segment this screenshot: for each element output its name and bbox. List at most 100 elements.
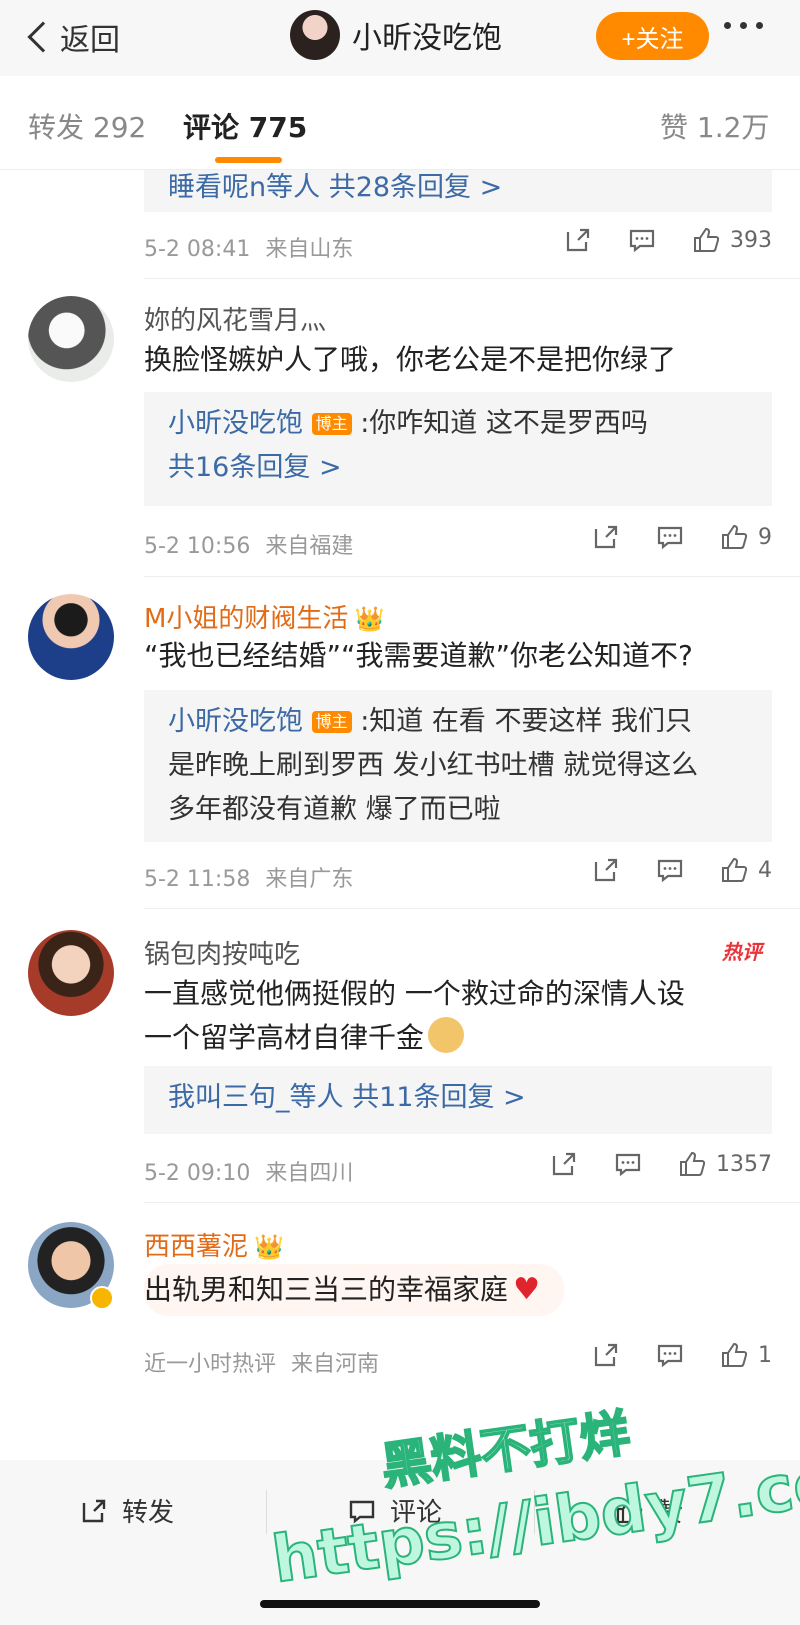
commenter-name-text: M小姐的财阀生活 xyxy=(144,604,349,634)
commenter-name[interactable]: M小姐的财阀生活 👑 xyxy=(144,598,384,635)
like-button[interactable]: 1 xyxy=(720,1341,772,1369)
tab-bar: 转发 292 评论 775 赞 1.2万 xyxy=(0,76,800,170)
comment-actions: 393 xyxy=(564,226,772,254)
comment-text: 换脸怪嫉妒人了哦，你老公是不是把你绿了 xyxy=(144,343,677,376)
share-icon[interactable] xyxy=(564,226,592,254)
comment-location: 来自广东 xyxy=(265,867,354,892)
comment-text-line: 一个留学高材自律千金 xyxy=(144,1016,774,1060)
commenter-name[interactable]: 妳的风花雪月灬 xyxy=(144,300,326,337)
like-count: 4 xyxy=(758,857,772,883)
heart-icon: ♥ xyxy=(513,1272,541,1307)
reply-summary-box[interactable]: 我叫三句_等人 共11条回复 > xyxy=(144,1066,772,1134)
comment-icon[interactable] xyxy=(614,1150,642,1178)
comment-actions: 1 xyxy=(592,1341,772,1369)
comment-text-line: 一直感觉他俩挺假的 一个救过命的深情人设 xyxy=(144,977,685,1010)
comment-text: 一直感觉他俩挺假的 一个救过命的深情人设 一个留学高材自律千金 xyxy=(144,972,774,1060)
thumbs-up-icon xyxy=(694,227,720,252)
comment-meta: 5-2 10:56 来自福建 xyxy=(144,528,353,560)
share-icon xyxy=(82,1499,106,1522)
profile-header[interactable]: 小昕没吃饱 xyxy=(290,10,502,60)
author-badge: 博主 xyxy=(311,711,352,733)
like-button[interactable]: 1357 xyxy=(678,1150,772,1178)
tab-active-indicator xyxy=(215,157,282,163)
avatar[interactable] xyxy=(290,10,340,60)
comment-date: 5-2 10:56 xyxy=(144,534,251,559)
tab-repost[interactable]: 转发 292 xyxy=(28,106,146,146)
profile-name: 小昕没吃饱 xyxy=(352,21,502,56)
more-replies-link[interactable]: 共16条回复 > xyxy=(168,446,748,490)
follow-button[interactable]: +关注 xyxy=(596,12,709,60)
like-count: 9 xyxy=(758,524,772,550)
repost-button[interactable]: 转发 xyxy=(80,1492,174,1529)
reply-text: :你咋知道 这不是罗西吗 xyxy=(360,408,648,439)
share-icon[interactable] xyxy=(550,1150,578,1178)
comment-location: 来自福建 xyxy=(265,534,354,559)
back-button[interactable]: 返回 xyxy=(22,16,120,58)
hot-comment-badge: 热评 xyxy=(722,940,762,964)
comment-icon[interactable] xyxy=(656,1341,684,1369)
verified-badge-icon xyxy=(90,1286,114,1310)
crown-icon: 👑 xyxy=(254,1233,284,1261)
comment-actions: 4 xyxy=(592,856,772,884)
like-count: 1 xyxy=(758,1342,772,1368)
avatar[interactable] xyxy=(28,930,114,1016)
reply-box[interactable]: 小昕没吃饱 博主 :你咋知道 这不是罗西吗 共16条回复 > xyxy=(144,392,772,506)
reply-text: :知道 在看 不要这样 我们只 xyxy=(360,706,693,737)
avatar[interactable] xyxy=(28,594,114,680)
comment-icon[interactable] xyxy=(656,523,684,551)
share-icon[interactable] xyxy=(592,523,620,551)
comment-actions: 1357 xyxy=(550,1150,772,1178)
like-button[interactable]: 393 xyxy=(692,226,772,254)
reply-author[interactable]: 小昕没吃饱 xyxy=(168,706,303,737)
comment-location: 来自山东 xyxy=(265,237,354,262)
comment-meta: 5-2 09:10 来自四川 xyxy=(144,1155,353,1187)
like-button[interactable]: 9 xyxy=(720,523,772,551)
tab-likes[interactable]: 赞 1.2万 xyxy=(660,106,769,146)
comment-icon[interactable] xyxy=(656,856,684,884)
chevron-left-icon xyxy=(27,21,59,53)
comment-text-part: 一个留学高材自律千金 xyxy=(144,1021,425,1054)
more-replies-link[interactable]: 我叫三句_等人 共11条回复 > xyxy=(168,1076,748,1120)
divider xyxy=(144,1202,800,1203)
reply-author[interactable]: 小昕没吃饱 xyxy=(168,408,303,439)
comment-date: 5-2 08:41 xyxy=(144,237,251,262)
thumbs-up-icon xyxy=(722,1342,748,1367)
commenter-name-text: 西西薯泥 xyxy=(144,1232,249,1262)
reply-summary[interactable]: 睡看呢n等人 共28条回复 > xyxy=(168,170,748,206)
home-indicator[interactable] xyxy=(260,1600,540,1608)
reply-line: 是昨晚上刷到罗西 发小红书吐槽 就觉得这么 xyxy=(168,750,699,781)
comment-meta: 近一小时热评 来自河南 xyxy=(144,1346,379,1378)
top-nav-bar: 返回 小昕没吃饱 +关注 xyxy=(0,0,800,76)
avatar[interactable] xyxy=(28,296,114,382)
reply-line: 小昕没吃饱 博主 :知道 在看 不要这样 我们只 xyxy=(168,700,748,744)
repost-label: 转发 xyxy=(122,1498,175,1528)
thumbs-up-icon xyxy=(680,1151,706,1176)
comment-date: 5-2 11:58 xyxy=(144,867,251,892)
comment-text: “我也已经结婚”“我需要道歉”你老公知道不? xyxy=(144,639,693,672)
reply-line: 小昕没吃饱 博主 :你咋知道 这不是罗西吗 xyxy=(168,402,748,446)
share-icon[interactable] xyxy=(592,1341,620,1369)
comment-meta: 5-2 08:41 来自山东 xyxy=(144,231,353,263)
thumbs-up-icon xyxy=(722,857,748,882)
tab-comments[interactable]: 评论 775 xyxy=(183,106,307,146)
more-options-icon[interactable] xyxy=(724,22,763,29)
like-button[interactable]: 4 xyxy=(720,856,772,884)
commenter-name[interactable]: 锅包肉按吨吃 xyxy=(144,934,300,971)
comment-text: 出轨男和知三当三的幸福家庭 xyxy=(144,1273,509,1306)
author-badge: 博主 xyxy=(311,413,352,435)
like-count: 1357 xyxy=(716,1151,772,1177)
like-count: 393 xyxy=(730,227,772,253)
thumbs-up-icon xyxy=(722,524,748,549)
comment-icon[interactable] xyxy=(628,226,656,254)
comment-actions: 9 xyxy=(592,523,772,551)
reply-line: 多年都没有道歉 爆了而已啦 xyxy=(168,794,501,825)
share-icon[interactable] xyxy=(592,856,620,884)
reply-summary-box[interactable]: 睡看呢n等人 共28条回复 > xyxy=(144,170,772,212)
comment-bubble: 出轨男和知三当三的幸福家庭 ♥ xyxy=(144,1264,565,1316)
back-label: 返回 xyxy=(60,23,120,58)
doge-emoji-icon xyxy=(428,1017,465,1053)
divider xyxy=(144,908,800,909)
divider xyxy=(144,576,800,577)
reply-box[interactable]: 小昕没吃饱 博主 :知道 在看 不要这样 我们只 是昨晚上刷到罗西 发小红书吐槽… xyxy=(144,690,772,842)
commenter-name[interactable]: 西西薯泥 👑 xyxy=(144,1226,284,1263)
